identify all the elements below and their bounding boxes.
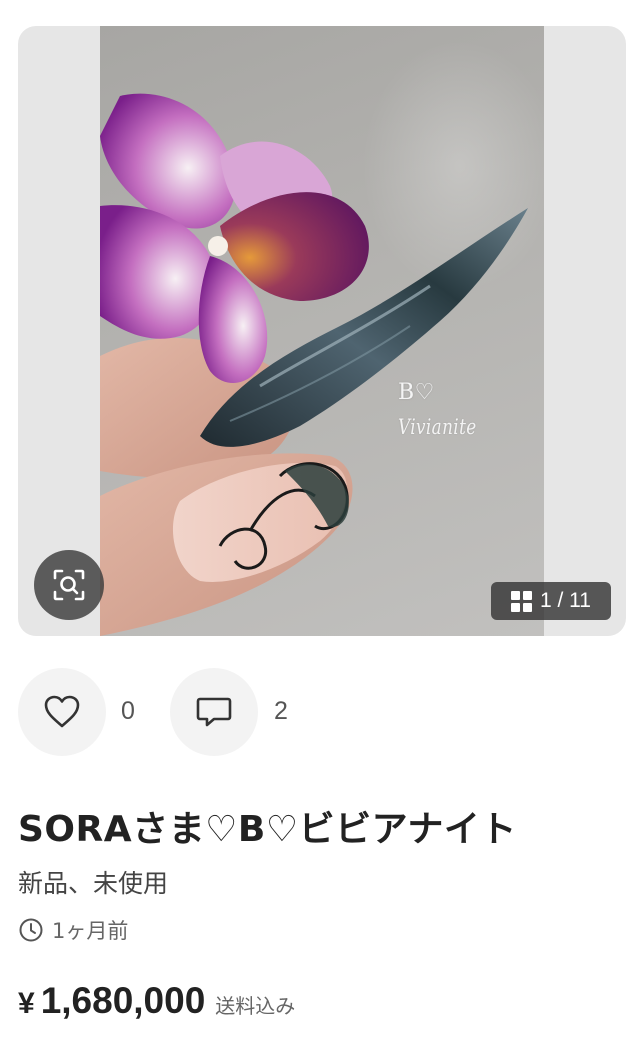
item-condition: 新品、未使用 — [18, 869, 169, 898]
item-photo[interactable]: B♡ Vivianite — [100, 26, 544, 636]
item-price: ¥ 1,680,000 送料込み — [18, 980, 295, 1022]
comment-button[interactable] — [170, 668, 258, 756]
heart-outline-icon — [44, 695, 80, 728]
photo-counter-text: 1 / 11 — [540, 589, 591, 612]
posted-time-text: 1ヶ月前 — [52, 919, 129, 943]
comment-count: 2 — [274, 697, 288, 725]
photo-watermark: B♡ Vivianite — [398, 376, 496, 444]
price-amount: 1,680,000 — [40, 980, 206, 1021]
item-photo-illustration — [100, 93, 528, 636]
posted-time: 1ヶ月前 — [18, 915, 128, 945]
image-search-button[interactable] — [34, 550, 104, 620]
price-currency: ¥ — [18, 987, 35, 1020]
image-search-icon — [53, 569, 85, 601]
watermark-line1: B♡ — [398, 380, 435, 405]
clock-icon — [19, 918, 43, 942]
photo-counter-badge[interactable]: 1 / 11 — [491, 582, 611, 620]
photo-gallery[interactable]: B♡ Vivianite 1 / 11 — [18, 26, 626, 636]
grid-icon — [511, 590, 532, 612]
like-count: 0 — [121, 697, 135, 725]
like-button[interactable] — [18, 668, 106, 756]
item-title: SORAさま♡B♡ビビアナイト — [18, 809, 517, 850]
watermark-line2: Vivianite — [398, 415, 477, 439]
speech-bubble-icon — [196, 697, 232, 727]
shipping-note: 送料込み — [215, 994, 296, 1018]
item-detail-page: B♡ Vivianite 1 / 11 0 2 SORAさま♡B♡ビビアナイト … — [0, 0, 644, 1042]
